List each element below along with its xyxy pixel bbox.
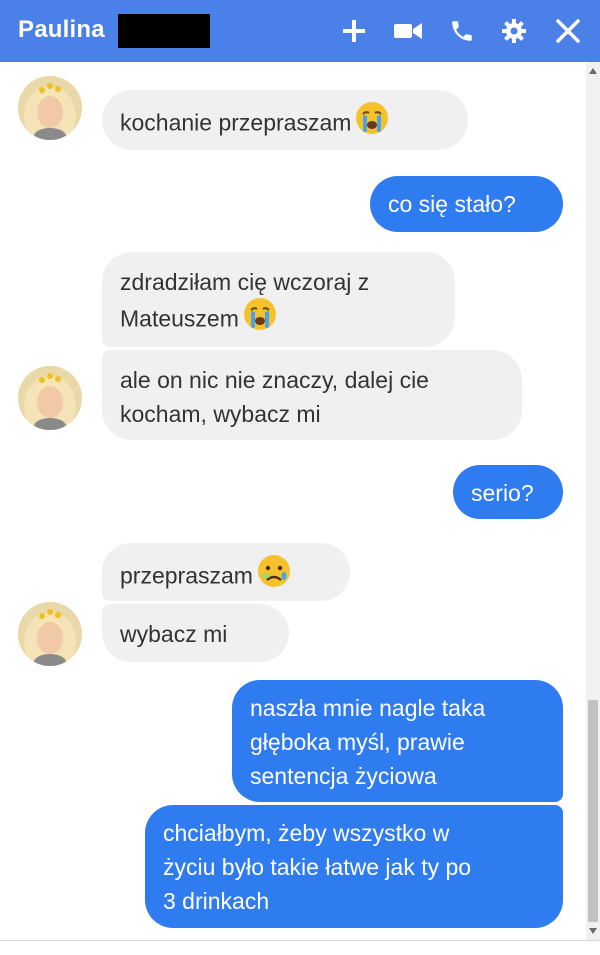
message-line: Mateuszem xyxy=(120,305,239,332)
chat-header: Paulina xyxy=(0,0,600,62)
message-line: 3 drinkach xyxy=(163,888,270,914)
message-line: ale on nic nie znaczy, dalej cie xyxy=(120,367,429,393)
contact-name[interactable]: Paulina xyxy=(18,16,105,44)
message-line: sentencja życiowa xyxy=(250,763,437,789)
message-line: kocham, wybacz mi xyxy=(120,401,321,427)
video-camera-icon[interactable] xyxy=(392,15,424,47)
contact-avatar[interactable] xyxy=(18,602,82,666)
message-text: serio? xyxy=(471,480,534,506)
crying-face-emoji xyxy=(355,101,389,144)
incoming-message[interactable]: zdradziłam cię wczoraj z Mateuszem xyxy=(102,252,455,347)
message-line: życiu było takie łatwe jak ty po xyxy=(163,854,472,880)
message-text: przepraszam xyxy=(120,562,253,589)
plus-icon[interactable] xyxy=(338,15,370,47)
message-line: zdradziłam cię wczoraj z xyxy=(120,269,370,295)
message-text: co się stało? xyxy=(388,191,516,217)
scroll-up-arrow-icon[interactable] xyxy=(586,64,600,78)
scroll-down-arrow-icon[interactable] xyxy=(586,924,600,938)
incoming-message[interactable]: przepraszam xyxy=(102,543,350,601)
bottom-edge xyxy=(0,940,600,955)
incoming-message[interactable]: kochanie przepraszam xyxy=(102,90,468,150)
gear-icon[interactable] xyxy=(498,15,530,47)
outgoing-message[interactable]: serio? xyxy=(453,465,563,519)
contact-avatar[interactable] xyxy=(18,76,82,140)
outgoing-message[interactable]: chciałbym, żeby wszystko w życiu było ta… xyxy=(145,805,563,928)
message-text: kochanie przepraszam xyxy=(120,109,352,136)
message-line: naszła mnie nagle taka xyxy=(250,695,486,721)
incoming-message[interactable]: wybacz mi xyxy=(102,604,289,662)
redacted-surname xyxy=(118,14,210,48)
message-text: wybacz mi xyxy=(120,621,228,647)
phone-icon[interactable] xyxy=(446,15,478,47)
outgoing-message[interactable]: co się stało? xyxy=(370,176,563,232)
incoming-message[interactable]: ale on nic nie znaczy, dalej cie kocham,… xyxy=(102,350,522,440)
scrollbar-thumb[interactable] xyxy=(588,700,598,922)
outgoing-message[interactable]: naszła mnie nagle taka głęboka myśl, pra… xyxy=(232,680,563,802)
contact-avatar[interactable] xyxy=(18,366,82,430)
message-line: głęboka myśl, prawie xyxy=(250,729,465,755)
close-icon[interactable] xyxy=(552,15,584,47)
sad-face-emoji xyxy=(257,554,291,597)
crying-face-emoji xyxy=(243,297,277,340)
message-line: chciałbym, żeby wszystko w xyxy=(163,820,450,846)
